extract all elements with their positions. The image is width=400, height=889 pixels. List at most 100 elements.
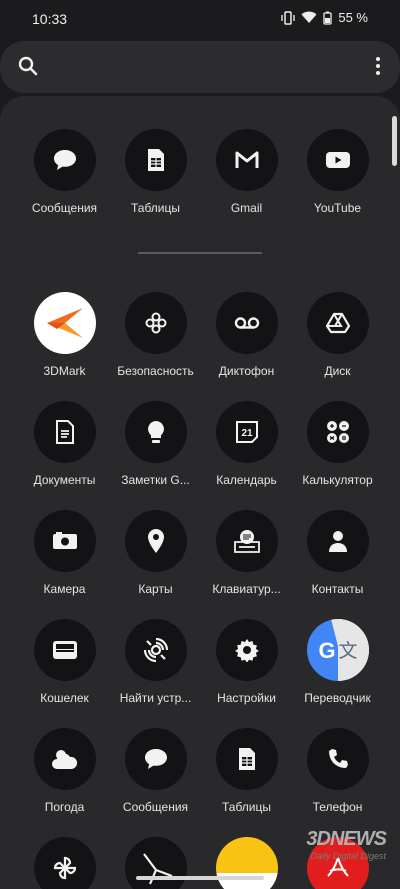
search-bar[interactable] — [0, 41, 400, 93]
app-security[interactable]: Безопасность — [110, 292, 201, 388]
drive-icon — [306, 292, 369, 354]
app-sun[interactable] — [201, 837, 292, 889]
app-label: Календарь — [216, 473, 277, 487]
app-drive[interactable]: Диск — [292, 292, 383, 388]
map-pin-icon — [124, 510, 187, 572]
app-label: Документы — [33, 473, 96, 487]
app-keep[interactable]: Заметки G... — [110, 401, 201, 497]
status-icons: 55 % — [281, 10, 368, 25]
keyboard-icon — [215, 510, 278, 572]
app-wallet[interactable]: Кошелек — [19, 619, 110, 715]
lightbulb-icon — [124, 401, 187, 463]
app-label: Заметки G... — [121, 473, 190, 487]
security-icon — [124, 292, 187, 354]
docs-icon — [33, 401, 96, 463]
app-label: Настройки — [217, 691, 276, 705]
app-row: Камера Карты Клавиатур... Контакты — [0, 510, 400, 606]
app-docs[interactable]: Документы — [19, 401, 110, 497]
app-label: Сообщения — [31, 201, 98, 215]
clock-icon — [124, 837, 187, 889]
app-label: Диктофон — [218, 364, 275, 378]
svg-text:G: G — [318, 638, 335, 663]
phone-icon — [306, 728, 369, 790]
chat-bubble-icon — [124, 728, 187, 790]
app-find-device[interactable]: Найти устр... — [110, 619, 201, 715]
search-icon[interactable] — [17, 55, 39, 77]
sun-icon — [215, 837, 278, 889]
app-messages[interactable]: Сообщения — [19, 129, 110, 225]
app-settings[interactable]: Настройки — [201, 619, 292, 715]
section-divider — [138, 252, 262, 254]
watermark: 3DNEWS Daily Digital Digest — [306, 828, 387, 861]
app-phone[interactable]: Телефон — [292, 728, 383, 824]
pinwheel-icon — [33, 837, 96, 889]
app-maps[interactable]: Карты — [110, 510, 201, 606]
vibrate-icon — [281, 10, 296, 25]
battery-percent: 55 % — [338, 10, 368, 25]
calendar-icon: 21 — [215, 401, 278, 463]
app-label: Безопасность — [117, 364, 194, 378]
app-contacts[interactable]: Контакты — [292, 510, 383, 606]
status-time: 10:33 — [32, 11, 68, 27]
app-label: Кошелек — [40, 691, 89, 705]
app-3dmark[interactable]: 3DMark — [19, 292, 110, 388]
app-label: Сообщения — [122, 800, 189, 814]
app-label: Таблицы — [221, 800, 271, 814]
app-label: Найти устр... — [119, 691, 192, 705]
watermark-brand: 3DNEWS — [306, 828, 387, 850]
find-device-icon — [124, 619, 187, 681]
suggested-apps-row: Сообщения Таблицы Gmail YouTube — [0, 129, 400, 225]
app-calculator[interactable]: Калькулятор — [292, 401, 383, 497]
translate-icon: G文 — [306, 619, 369, 681]
wifi-icon — [301, 11, 317, 23]
app-row: Погода Сообщения Таблицы Телефон — [0, 728, 400, 824]
gear-icon — [215, 619, 278, 681]
contacts-icon — [306, 510, 369, 572]
app-label: YouTube — [313, 201, 362, 215]
battery-icon — [323, 11, 333, 25]
app-row: Кошелек Найти устр... Настройки G文 Перев… — [0, 619, 400, 715]
app-pinwheel[interactable] — [19, 837, 110, 889]
app-label: 3DMark — [43, 364, 86, 378]
app-recorder[interactable]: Диктофон — [201, 292, 292, 388]
home-indicator[interactable] — [136, 876, 264, 880]
app-drawer[interactable]: Сообщения Таблицы Gmail YouTube 3DMark Б… — [0, 96, 400, 889]
app-calendar[interactable]: 21 Календарь — [201, 401, 292, 497]
app-translate[interactable]: G文 Переводчик — [292, 619, 383, 715]
svg-text:文: 文 — [338, 640, 357, 662]
app-label: Клавиатур... — [212, 582, 281, 596]
sheets-icon — [215, 728, 278, 790]
app-youtube[interactable]: YouTube — [292, 129, 383, 225]
more-vert-icon[interactable] — [374, 56, 382, 76]
app-label: Переводчик — [304, 691, 371, 705]
app-clock[interactable] — [110, 837, 201, 889]
3dmark-icon — [33, 292, 96, 354]
app-label: Gmail — [230, 201, 263, 215]
svg-text:21: 21 — [241, 428, 253, 439]
watermark-tagline: Daily Digital Digest — [310, 851, 386, 861]
app-label: Калькулятор — [302, 473, 373, 487]
youtube-icon — [306, 129, 369, 191]
app-keyboard[interactable]: Клавиатур... — [201, 510, 292, 606]
app-label: Таблицы — [130, 201, 180, 215]
voicemail-icon — [215, 292, 278, 354]
sheets-icon — [124, 129, 187, 191]
app-weather[interactable]: Погода — [19, 728, 110, 824]
app-label: Камера — [43, 582, 86, 596]
chat-bubble-icon — [33, 129, 96, 191]
wallet-icon — [33, 619, 96, 681]
app-label: Диск — [324, 364, 351, 378]
weather-icon — [33, 728, 96, 790]
app-sheets[interactable]: Таблицы — [110, 129, 201, 225]
app-gmail[interactable]: Gmail — [201, 129, 292, 225]
app-label: Телефон — [312, 800, 363, 814]
status-bar: 10:33 55 % — [0, 0, 400, 38]
camera-icon — [33, 510, 96, 572]
app-row: Документы Заметки G... 21 Календарь Каль… — [0, 401, 400, 497]
app-label: Контакты — [311, 582, 364, 596]
app-camera[interactable]: Камера — [19, 510, 110, 606]
app-sheets-2[interactable]: Таблицы — [201, 728, 292, 824]
app-messages-2[interactable]: Сообщения — [110, 728, 201, 824]
app-label: Карты — [138, 582, 173, 596]
app-label: Погода — [44, 800, 85, 814]
